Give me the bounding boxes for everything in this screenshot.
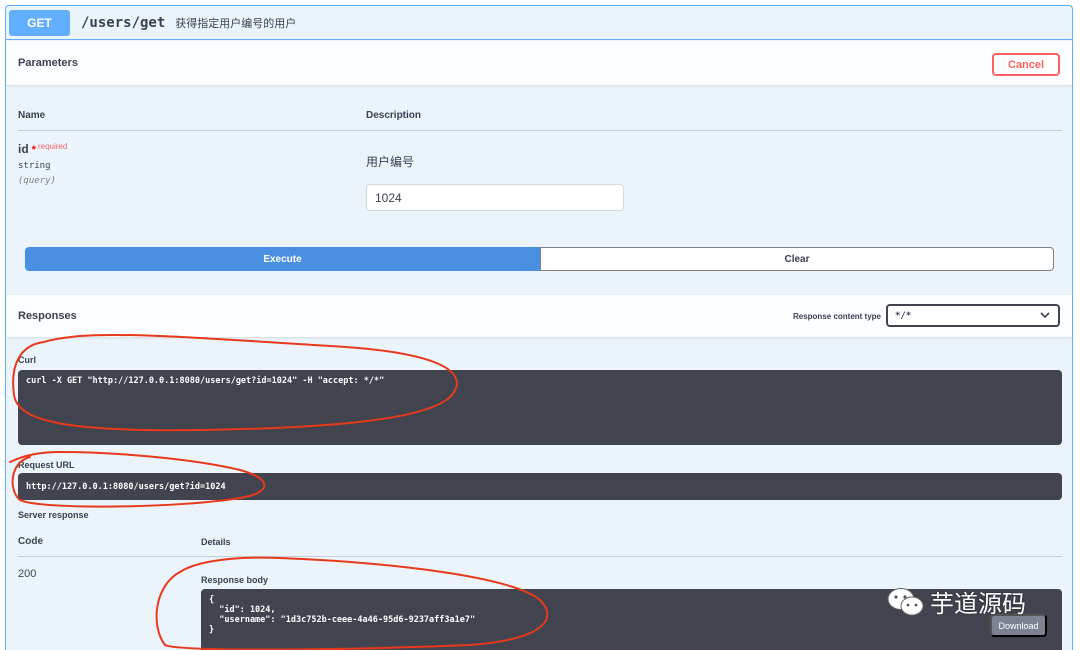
operation-block: GET /users/get 获得指定用户编号的用户 Parameters Ca… (5, 5, 1073, 650)
curl-label: Curl (18, 355, 36, 365)
required-star: * (31, 144, 36, 156)
method-badge: GET (9, 9, 70, 36)
column-details-header: Details (201, 537, 231, 547)
response-code: 200 (18, 568, 37, 580)
execute-button[interactable]: Execute (25, 247, 540, 271)
operation-description: 获得指定用户编号的用户 (175, 17, 297, 30)
param-type: string (18, 161, 51, 171)
chevron-down-icon (1040, 309, 1050, 324)
cancel-button[interactable]: Cancel (992, 53, 1060, 76)
execute-wrapper: Execute Clear (25, 247, 1054, 271)
param-location: (query) (18, 176, 56, 186)
response-content-type-value: */* (895, 310, 912, 321)
param-name: id * required (18, 142, 67, 156)
required-label: required (37, 142, 68, 151)
request-url-block[interactable]: http://127.0.0.1:8080/users/get?id=1024 (18, 473, 1062, 500)
watermark-text: 芋道源码 (930, 590, 1026, 618)
id-input[interactable] (366, 184, 624, 211)
column-name-header: Name (18, 110, 46, 121)
parameters-title: Parameters (18, 57, 78, 69)
parameters-header: Parameters Cancel (6, 41, 1072, 85)
watermark: 芋道源码 (886, 584, 1026, 619)
server-response-label: Server response (18, 510, 89, 520)
response-content-type-label: Response content type (792, 312, 881, 321)
wechat-icon (886, 586, 926, 618)
column-code-header: Code (18, 536, 43, 547)
column-description-header: Description (366, 110, 422, 121)
param-description: 用户编号 (366, 155, 415, 169)
divider (18, 556, 1062, 557)
operation-summary[interactable]: GET /users/get 获得指定用户编号的用户 (6, 6, 1072, 40)
operation-path: /users/get (81, 14, 166, 31)
responses-title: Responses (18, 310, 77, 322)
response-content-type-select[interactable]: */* (886, 304, 1060, 327)
curl-block[interactable]: curl -X GET "http://127.0.0.1:8080/users… (18, 370, 1062, 445)
clear-button[interactable]: Clear (540, 247, 1054, 271)
request-url-label: Request URL (18, 460, 75, 470)
divider (18, 130, 1062, 131)
response-body-label: Response body (201, 575, 269, 585)
param-name-text: id (18, 142, 29, 156)
responses-header: Responses Response content type */* (6, 295, 1072, 337)
